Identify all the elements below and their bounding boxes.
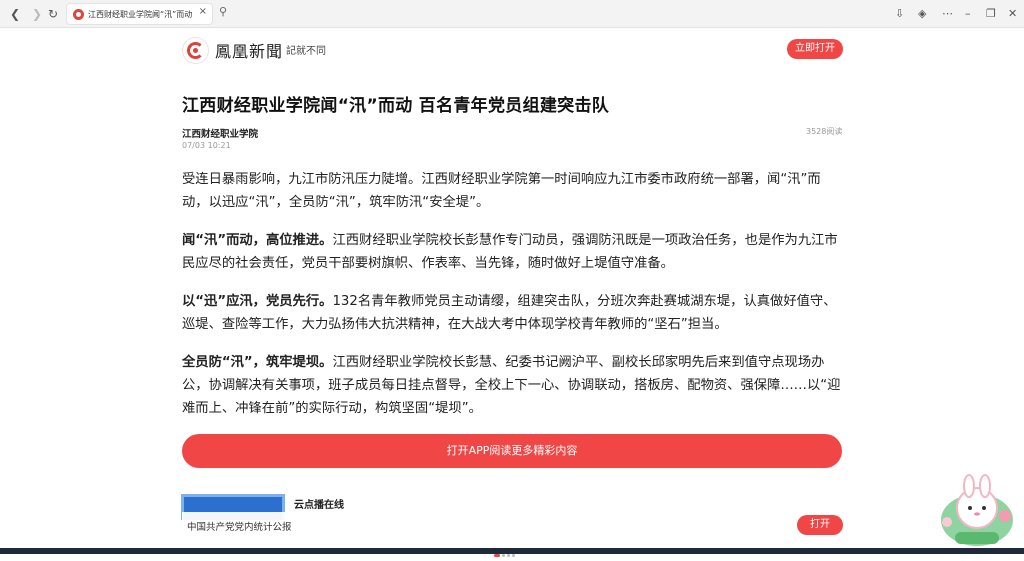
bottom-promo-bar: 中国共产党党内统计公报 打开 xyxy=(182,512,844,540)
restore-icon[interactable]: ❐ xyxy=(986,5,996,23)
download-icon[interactable]: ⇩ xyxy=(895,5,904,23)
browser-toolbar: ❮ ❯ ↻ 江西财经职业学院闻“汛”而动 × ⚲ ⇩ ◈ ⋯ – ❐ ✕ xyxy=(0,0,1024,28)
more-icon[interactable]: ⋯ xyxy=(942,5,953,23)
article-author[interactable]: 江西财经职业学院 xyxy=(182,126,258,140)
article-title: 江西财经职业学院闻“汛”而动 百名青年党员组建突击队 xyxy=(182,96,610,116)
open-now-button[interactable]: 立即打开 xyxy=(787,39,843,59)
mascot-icon[interactable] xyxy=(933,470,1021,550)
paragraph-3-lead: 以“迅”应汛，党员先行。 xyxy=(182,294,333,309)
globe-icon[interactable]: ◈ xyxy=(918,5,926,23)
taskbar xyxy=(0,548,1024,554)
ifeng-favicon-icon xyxy=(73,9,84,20)
paragraph-4-lead: 全员防“汛”，筑牢堤坝。 xyxy=(182,355,333,370)
bottom-open-button[interactable]: 打开 xyxy=(797,515,843,535)
browser-tab[interactable]: 江西财经职业学院闻“汛”而动 × xyxy=(66,3,213,25)
article-page: 鳳凰新聞 記就不同 立即打开 江西财经职业学院闻“汛”而动 百名青年党员组建突击… xyxy=(0,28,1024,557)
paragraph-3: 以“迅”应汛，党员先行。132名青年教师党员主动请缨，组建突击队，分班次奔赴赛城… xyxy=(182,290,844,336)
related-title[interactable]: 云点播在线 xyxy=(294,496,344,511)
minimize-icon[interactable]: – xyxy=(965,5,971,23)
read-count: 3528阅读 xyxy=(806,127,843,136)
bottom-promo-text[interactable]: 中国共产党党内统计公报 xyxy=(187,519,292,533)
reload-icon[interactable]: ↻ xyxy=(44,5,62,23)
tab-close-icon[interactable]: × xyxy=(199,6,207,17)
ifeng-logo-icon[interactable] xyxy=(182,37,209,64)
brand-slogan: 記就不同 xyxy=(286,46,326,57)
search-icon[interactable]: ⚲ xyxy=(219,5,227,18)
brand-name[interactable]: 鳳凰新聞 xyxy=(215,38,283,62)
close-icon[interactable]: ✕ xyxy=(1008,5,1017,23)
back-icon[interactable]: ❮ xyxy=(6,5,24,23)
paragraph-2: 闻“汛”而动，高位推进。江西财经职业学院校长彭慧作专门动员，强调防汛既是一项政治… xyxy=(182,229,844,275)
paragraph-2-lead: 闻“汛”而动，高位推进。 xyxy=(182,233,333,248)
paragraph-intro: 受连日暴雨影响，九江市防汛压力陡增。江西财经职业学院第一时间响应九江市委市政府统… xyxy=(182,172,821,210)
article-date: 07/03 10:21 xyxy=(182,141,231,150)
tab-title: 江西财经职业学院闻“汛”而动 xyxy=(88,10,192,19)
open-app-button[interactable]: 打开APP阅读更多精彩内容 xyxy=(182,434,842,468)
paragraph-4: 全员防“汛”，筑牢堤坝。江西财经职业学院校长彭慧、纪委书记阙沪平、副校长邱家明先… xyxy=(182,351,844,420)
